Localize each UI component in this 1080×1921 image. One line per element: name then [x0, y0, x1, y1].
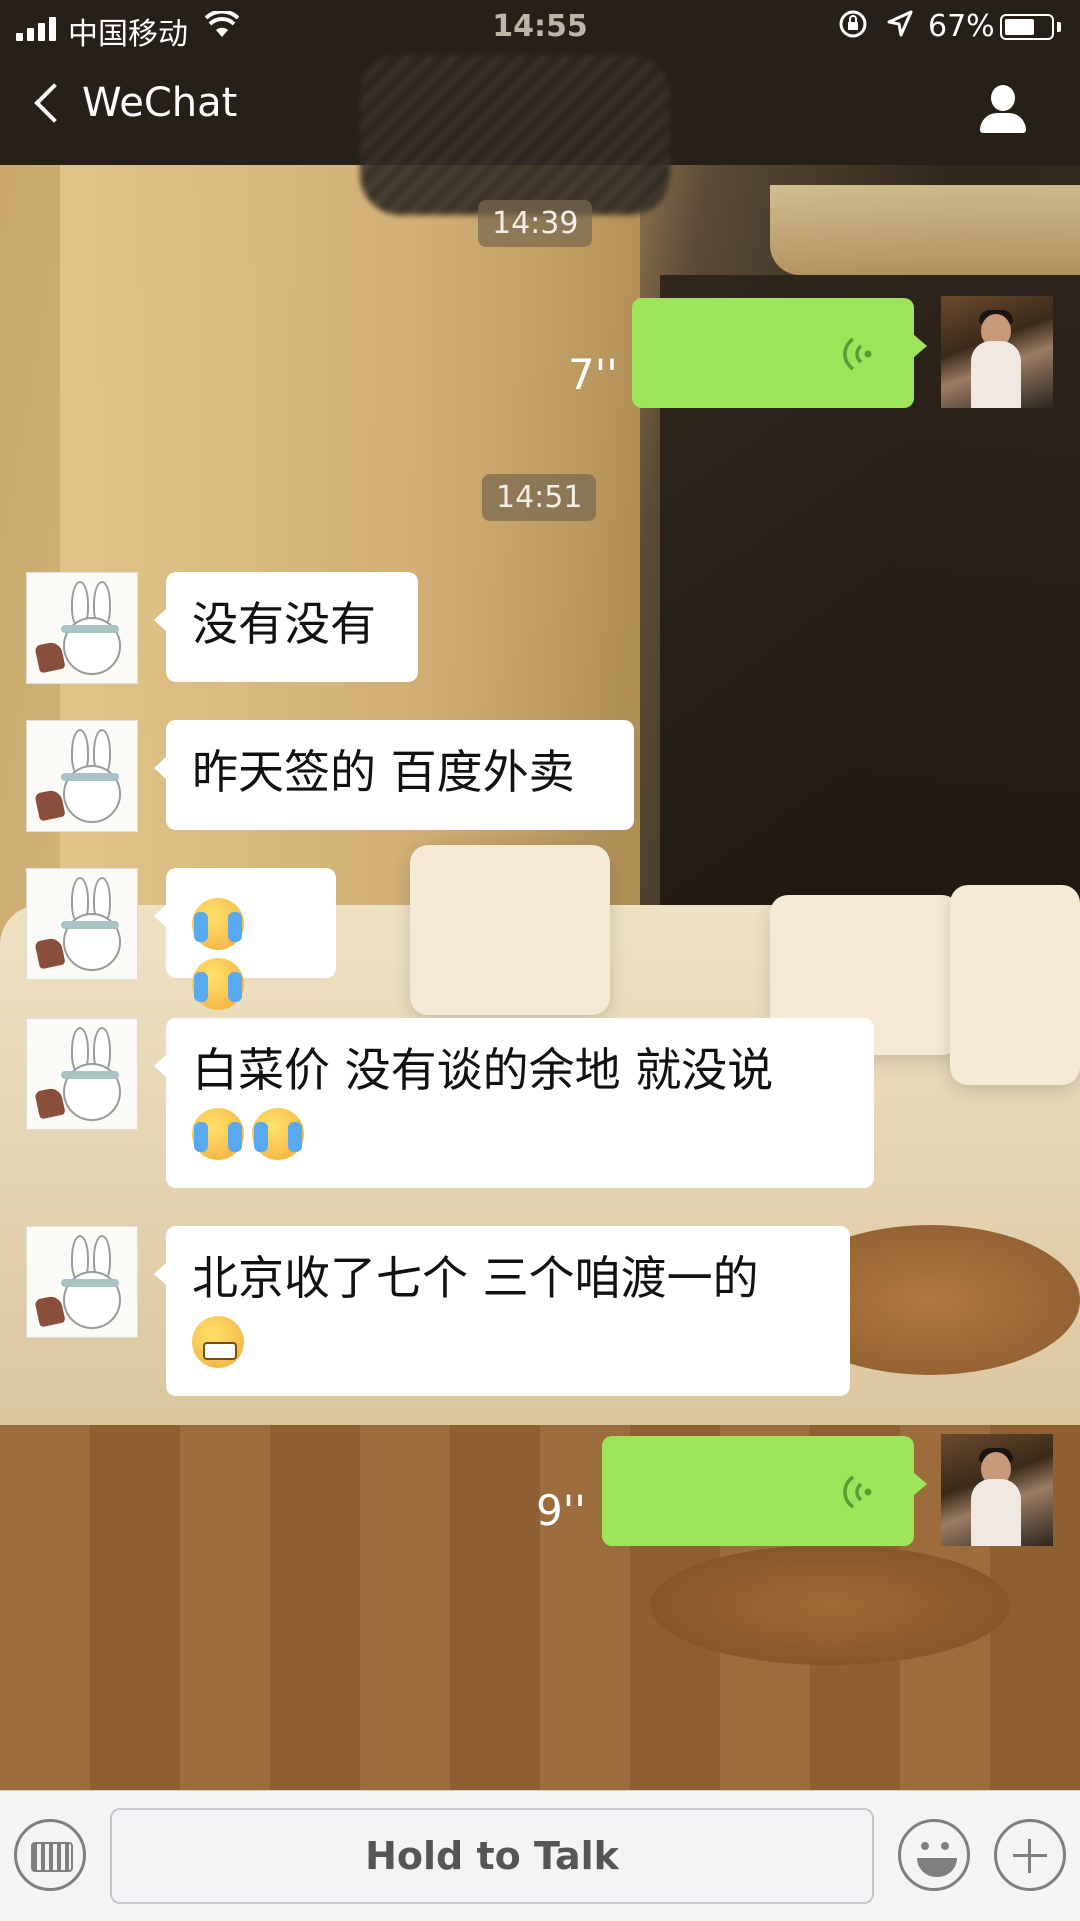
battery-level-fill	[1005, 19, 1034, 35]
voice-message-bubble[interactable]	[632, 298, 927, 408]
voice-wave-icon	[843, 337, 872, 371]
battery-percentage: 67%	[928, 9, 995, 44]
message-timestamp: 14:51	[482, 474, 597, 521]
background-stool	[650, 1545, 1010, 1665]
text-message-bubble[interactable]: 昨天签的 百度外卖	[154, 720, 634, 830]
chat-background-image	[0, 165, 1080, 1790]
background-cushion	[410, 845, 610, 1015]
smiley-icon-eye	[941, 1842, 949, 1850]
keyboard-icon	[31, 1842, 73, 1872]
text-message-bubble[interactable]: 没有没有	[154, 572, 418, 682]
more-options-plus-button[interactable]	[994, 1819, 1066, 1891]
chevron-left-icon	[34, 83, 74, 123]
background-ceiling-light	[770, 185, 1080, 275]
message-text: 昨天签的 百度外卖	[192, 745, 575, 799]
my-avatar[interactable]	[941, 296, 1053, 408]
message-text: 白菜价 没有谈的余地 就没说	[192, 1043, 774, 1097]
chat-header: WeChat	[0, 55, 1080, 215]
smiley-icon	[921, 1842, 929, 1850]
voice-duration: 9''	[536, 1486, 586, 1535]
input-bar: Hold to Talk	[0, 1790, 1080, 1921]
text-message-bubble[interactable]: 白菜价 没有谈的余地 就没说	[154, 1018, 874, 1188]
voice-message-bubble[interactable]	[602, 1436, 927, 1546]
back-label: WeChat	[82, 80, 238, 126]
loudly-crying-emoji	[192, 1107, 244, 1160]
voice-duration: 7''	[568, 350, 618, 399]
text-message-bubble[interactable]: 北京收了七个 三个咱渡一的	[154, 1226, 850, 1396]
message-timestamp: 14:39	[478, 200, 593, 247]
contact-avatar[interactable]	[26, 1226, 138, 1338]
message-text: 没有没有	[192, 597, 376, 651]
location-arrow-icon	[886, 9, 914, 47]
keyboard-toggle-button[interactable]	[14, 1819, 86, 1891]
battery-icon	[1000, 14, 1054, 40]
grimacing-emoji	[192, 1315, 244, 1368]
contact-profile-icon[interactable]	[978, 85, 1028, 135]
status-time: 14:55	[492, 9, 588, 44]
emoji-button[interactable]	[898, 1819, 970, 1891]
status-bar: 中国移动 14:55 67%	[0, 0, 1080, 55]
rotation-lock-icon	[838, 9, 868, 47]
loudly-crying-emoji	[192, 897, 244, 950]
background-cushion	[950, 885, 1080, 1085]
my-avatar[interactable]	[941, 1434, 1053, 1546]
contact-avatar[interactable]	[26, 1018, 138, 1130]
contact-avatar[interactable]	[26, 572, 138, 684]
contact-avatar[interactable]	[26, 868, 138, 980]
battery-tip	[1057, 22, 1061, 32]
back-button[interactable]: WeChat	[30, 80, 237, 126]
loudly-crying-emoji	[252, 1107, 304, 1160]
smiley-icon-mouth	[917, 1858, 957, 1877]
contact-avatar[interactable]	[26, 720, 138, 832]
message-text: 北京收了七个 三个咱渡一的	[192, 1251, 759, 1305]
emoji-message-bubble[interactable]	[154, 868, 336, 1010]
loudly-crying-emoji	[192, 957, 244, 1010]
hold-to-talk-button[interactable]: Hold to Talk	[110, 1808, 874, 1904]
voice-wave-icon	[843, 1475, 872, 1509]
redacted-contact-name	[360, 55, 670, 215]
